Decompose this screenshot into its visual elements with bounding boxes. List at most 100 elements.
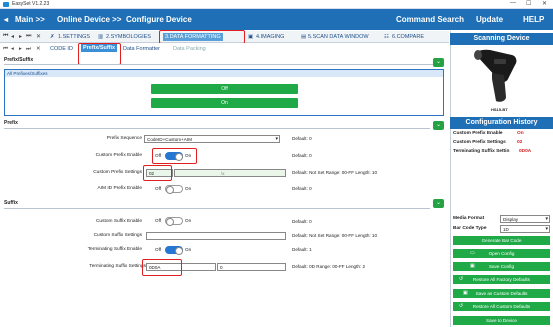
save-icon: ▣ (470, 263, 475, 269)
prefix-sequence-default: Default: 0 (292, 136, 312, 141)
tab-close-icon[interactable]: ✕ (36, 33, 41, 40)
divider (4, 64, 444, 65)
menu-configure-device[interactable]: Configure Device (126, 15, 192, 24)
history-value: 02 (517, 140, 523, 145)
toggle-knob (175, 247, 183, 255)
menu-nav-icon[interactable]: ◂ (4, 15, 8, 24)
history-label: Custom Prefix Enable (453, 131, 503, 136)
prefix-sequence-select[interactable]: CodeID+Custom+AIM ▾ (144, 135, 280, 143)
prefix-suffix-section-title: Prefix/Suffix (4, 57, 34, 63)
minimize-icon[interactable]: — (510, 0, 516, 6)
prefix-sequence-label: Prefix Sequence (106, 136, 142, 141)
restore-factory-defaults-label: Restore All Factory Defaults (473, 277, 530, 282)
custom-suffix-enable-label: Custom Suffix Enable (95, 219, 142, 224)
media-format-select[interactable]: Display ▾ (500, 215, 550, 223)
save-custom-defaults-button[interactable]: ▣ Save as Custom Defaults (453, 289, 550, 298)
open-config-button[interactable]: ▭ Open Config (453, 249, 550, 258)
tab-next-icon[interactable]: ▸ (19, 33, 22, 40)
terminating-suffix-enable-label: Terminating Suffix Enable (87, 247, 142, 252)
toggle-knob (166, 218, 174, 226)
tab-compare[interactable]: 6.COMPARE (392, 34, 424, 40)
tab-prev-icon[interactable]: ◂ (11, 33, 14, 40)
history-value: On (517, 131, 524, 136)
subtab-code-id[interactable]: CODE ID (50, 46, 73, 52)
custom-prefix-enable-label: Custom Prefix Enable (95, 153, 142, 158)
configuration-history-title: Configuration History (450, 117, 553, 129)
menu-command-search[interactable]: Command Search (396, 15, 464, 24)
collapse-suffix-icon[interactable]: ⌄ (433, 199, 444, 208)
scan-window-icon: ▤ (301, 34, 307, 40)
prefix-sequence-value: CodeID+Custom+AIM (147, 137, 192, 142)
highlight-prefix-settings (143, 165, 172, 181)
custom-suffix-settings-default: Default: Not Set Range: 00-FF Length: 10 (292, 233, 378, 238)
scanning-device-title: Scanning Device (450, 33, 553, 45)
menu-main[interactable]: Main >> (15, 15, 45, 24)
app-logo-icon (3, 2, 9, 7)
menu-help[interactable]: HELP (523, 15, 544, 24)
terminating-suffix-settings-default: Default: 0D Range: 00-FF Length: 2 (292, 264, 366, 269)
window-title: EasySet V1.2.23 (12, 1, 50, 7)
scanner-image (474, 49, 517, 102)
custom-prefix-settings-label: Custom Prefix Settings (93, 170, 142, 175)
tab-last-icon[interactable]: ⏭ (26, 33, 31, 40)
subtab-first-icon[interactable]: ⏮ (3, 46, 8, 53)
custom-suffix-enable-default: Default: 0 (292, 219, 312, 224)
save-config-label: Save Config (488, 264, 515, 269)
imaging-icon: ▣ (248, 34, 254, 40)
toggle-track (165, 246, 183, 255)
restore-custom-defaults-button[interactable]: ↺ Restore All Custom Defaults (453, 302, 550, 311)
aim-id-prefix-label: AIM ID Prefix Enable (97, 186, 142, 191)
subtab-next-icon[interactable]: ▸ (19, 46, 22, 52)
collapse-prefix-icon[interactable]: ⌄ (433, 121, 444, 130)
suffix-section-title: Suffix (4, 200, 18, 206)
menu-online-device[interactable]: Online Device >> (57, 15, 121, 24)
toggle-on-label: On (185, 247, 192, 252)
toggle-knob (166, 186, 174, 194)
divider (4, 208, 430, 209)
custom-suffix-enable-toggle[interactable]: Off On (155, 217, 197, 226)
bar-code-type-value: 1D (503, 227, 509, 232)
subtab-data-packing[interactable]: Data Packing (173, 46, 206, 52)
compare-icon: ☷ (384, 34, 389, 40)
bar-code-type-select[interactable]: 1D ▾ (500, 225, 550, 233)
open-config-label: Open Config (488, 251, 515, 256)
tab-scan-data-window[interactable]: 5.SCAN DATA WINDOW (308, 34, 369, 40)
all-prefix-suffix-off-button[interactable]: Off (151, 84, 298, 94)
wrench-icon: ✗ (50, 34, 55, 40)
custom-prefix-settings-hex-input[interactable]: \x (174, 169, 286, 177)
device-model: HS15-BT (491, 107, 508, 112)
subtab-data-formatter[interactable]: Data Formatter (123, 46, 160, 52)
save-config-button[interactable]: ▣ Save Config (453, 262, 550, 271)
save-to-device-button[interactable]: Save to Device (453, 316, 550, 325)
media-format-label: Media Format (453, 216, 485, 221)
restore-icon: ↺ (459, 303, 464, 309)
maximize-icon[interactable]: ☐ (526, 0, 531, 7)
all-prefix-suffix-on-button[interactable]: On (151, 98, 298, 108)
tab-symbologies[interactable]: 2.SYMBOLOGIES (106, 34, 151, 40)
close-icon[interactable]: ✕ (542, 0, 547, 7)
main-menu-bar: ◂ Main >> Online Device >> Configure Dev… (0, 9, 553, 30)
tab-first-icon[interactable]: ⏮ (3, 33, 8, 40)
tab-imaging[interactable]: 4.IMAGING (256, 34, 284, 40)
aim-id-prefix-toggle[interactable]: Off On (155, 185, 197, 194)
terminating-suffix-settings-aux-input[interactable]: 0 (217, 263, 286, 271)
subtab-close-icon[interactable]: ✕ (36, 46, 41, 52)
toggle-on-label: On (185, 186, 192, 191)
toggle-track (165, 185, 183, 194)
panel-header: All Prefixes/Suffixes (5, 70, 443, 77)
subtab-last-icon[interactable]: ⏭ (26, 46, 31, 53)
subtab-prev-icon[interactable]: ◂ (11, 46, 14, 52)
restore-factory-defaults-button[interactable]: ↺ Restore All Factory Defaults (453, 275, 550, 284)
collapse-prefix-suffix-icon[interactable]: ⌄ (433, 58, 444, 67)
terminating-suffix-enable-default: Default: 1 (292, 247, 312, 252)
menu-update[interactable]: Update (476, 15, 503, 24)
history-label: Terminating Suffix Settin (453, 149, 510, 154)
save-custom-defaults-label: Save as Custom Defaults (475, 291, 528, 296)
folder-icon: ▭ (470, 250, 475, 256)
media-format-value: Display (503, 217, 519, 222)
tab-settings[interactable]: 1.SETTINGS (58, 34, 90, 40)
terminating-suffix-enable-toggle[interactable]: Off On (155, 246, 197, 255)
custom-suffix-settings-input[interactable] (146, 232, 286, 240)
custom-prefix-settings-default: Default: Not Set Range: 00-FF Length: 10 (292, 170, 378, 175)
generate-bar-code-button[interactable]: Generate Bar Code (453, 236, 550, 245)
